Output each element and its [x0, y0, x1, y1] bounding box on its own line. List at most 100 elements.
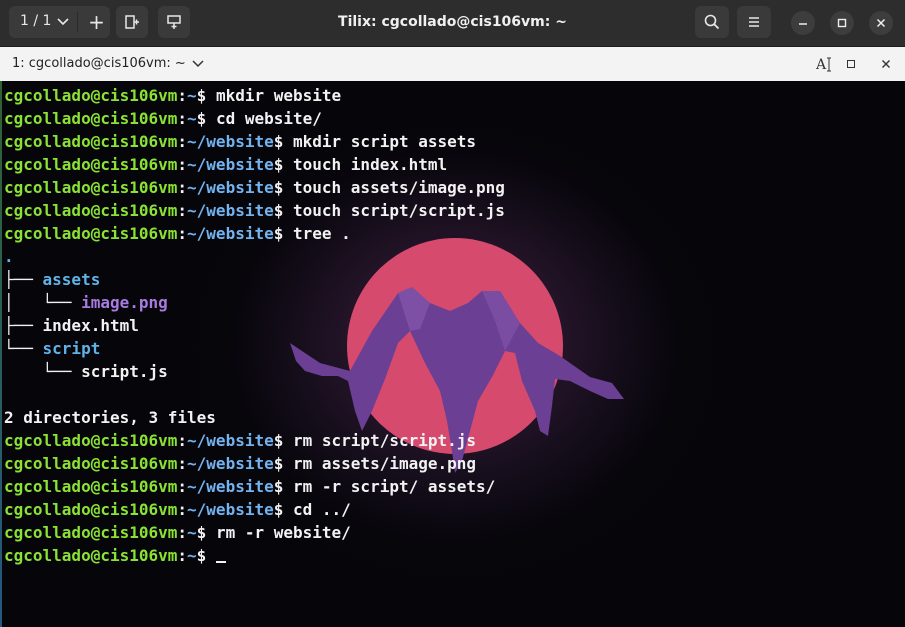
output-line: ├── assets [4, 268, 505, 291]
command-text: tree . [293, 224, 351, 243]
output-line [4, 383, 505, 406]
prompt-path: ~/website [187, 500, 274, 519]
command-text: rm script/script.js [293, 431, 477, 450]
menu-button[interactable] [737, 6, 771, 38]
prompt-symbol: $ [196, 546, 216, 565]
minimize-button[interactable] [791, 11, 815, 35]
prompt-symbol: $ [196, 523, 216, 542]
prompt-symbol: $ [196, 86, 216, 105]
prompt-symbol: $ [273, 224, 293, 243]
terminal-output: cgcollado@cis106vm:~$ mkdir website cgcol… [4, 84, 505, 567]
output-line: . [4, 245, 505, 268]
command-text: mkdir script assets [293, 132, 477, 151]
command-text: rm -r website/ [215, 523, 351, 542]
prompt-separator: : [177, 155, 188, 174]
prompt-symbol: $ [273, 155, 293, 174]
prompt-user: cgcollado@cis106vm [4, 224, 178, 243]
tree-branch: └── [4, 362, 82, 381]
close-terminal-icon[interactable] [881, 59, 891, 69]
prompt-path: ~ [187, 86, 197, 105]
prompt-user: cgcollado@cis106vm [4, 109, 178, 128]
prompt-separator: : [177, 86, 188, 105]
prompt-line: cgcollado@cis106vm:~$ rm -r website/ [4, 521, 505, 544]
header-bar: 1 / 1 + Tilix: cgcollado@cis106vm: ~ [0, 0, 905, 47]
prompt-symbol: $ [273, 500, 293, 519]
close-button[interactable] [869, 11, 893, 35]
prompt-user: cgcollado@cis106vm [4, 431, 178, 450]
prompt-symbol: $ [273, 431, 293, 450]
prompt-line: cgcollado@cis106vm:~$ cd website/ [4, 107, 505, 130]
tilix-window: 1 / 1 + Tilix: cgcollado@cis106vm: ~ 1: … [0, 0, 905, 627]
svg-text:A: A [816, 57, 827, 73]
prompt-separator: : [177, 431, 188, 450]
command-text: mkdir website [215, 86, 342, 105]
command-text: cd ../ [293, 500, 351, 519]
prompt-separator: : [177, 178, 188, 197]
prompt-path: ~/website [187, 431, 274, 450]
prompt-path: ~ [187, 109, 197, 128]
prompt-line: cgcollado@cis106vm:~$ mkdir website [4, 84, 505, 107]
terminal-title-bar: 1: cgcollado@cis106vm: ~ A [0, 47, 905, 81]
command-text: cd website/ [215, 109, 322, 128]
tree-file-image: image.png [81, 293, 168, 312]
prompt-path: ~/website [187, 155, 274, 174]
text-cursor [215, 561, 226, 563]
prompt-line: cgcollado@cis106vm:~/website$ cd ../ [4, 498, 505, 521]
hamburger-menu-icon [749, 17, 759, 27]
search-button[interactable] [695, 6, 729, 38]
tree-root: . [4, 247, 14, 266]
prompt-symbol: $ [273, 201, 293, 220]
prompt-symbol: $ [273, 454, 293, 473]
prompt-line: cgcollado@cis106vm:~/website$ touch inde… [4, 153, 505, 176]
tree-dir-assets: assets [42, 270, 101, 289]
tree-file-scriptjs: script.js [81, 362, 168, 381]
minimize-icon [799, 23, 807, 25]
prompt-separator: : [177, 132, 188, 151]
prompt-path: ~/website [187, 132, 274, 151]
prompt-line: cgcollado@cis106vm:~/website$ rm assets/… [4, 452, 505, 475]
output-line: 2 directories, 3 files [4, 406, 505, 429]
tree-summary: 2 directories, 3 files [4, 408, 216, 427]
command-text: rm assets/image.png [293, 454, 477, 473]
terminal[interactable]: cgcollado@cis106vm:~$ mkdir website cgcol… [0, 81, 905, 627]
terminal-title[interactable]: 1: cgcollado@cis106vm: ~ [12, 56, 186, 71]
prompt-path: ~/website [187, 224, 274, 243]
command-text: rm -r script/ assets/ [293, 477, 496, 496]
prompt-separator: : [177, 523, 188, 542]
prompt-path: ~ [187, 523, 197, 542]
prompt-symbol: $ [196, 109, 216, 128]
maximize-icon [837, 18, 847, 28]
prompt-user: cgcollado@cis106vm [4, 523, 178, 542]
prompt-user: cgcollado@cis106vm [4, 546, 178, 565]
prompt-user: cgcollado@cis106vm [4, 132, 178, 151]
prompt-symbol: $ [273, 477, 293, 496]
output-line: └── script.js [4, 360, 505, 383]
maximize-button[interactable] [830, 11, 854, 35]
command-text: touch assets/image.png [293, 178, 505, 197]
chevron-down-icon[interactable] [192, 59, 204, 69]
prompt-user: cgcollado@cis106vm [4, 477, 178, 496]
prompt-user: cgcollado@cis106vm [4, 178, 178, 197]
prompt-separator: : [177, 201, 188, 220]
prompt-separator: : [177, 109, 188, 128]
prompt-user: cgcollado@cis106vm [4, 86, 178, 105]
prompt-line: cgcollado@cis106vm:~/website$ touch asse… [4, 176, 505, 199]
tree-dir-script: script [42, 339, 101, 358]
prompt-separator: : [177, 477, 188, 496]
prompt-path: ~/website [187, 178, 274, 197]
prompt-user: cgcollado@cis106vm [4, 201, 178, 220]
prompt-separator: : [177, 546, 188, 565]
prompt-line: cgcollado@cis106vm:~/website$ rm script/… [4, 429, 505, 452]
prompt-symbol: $ [273, 178, 293, 197]
close-icon [876, 18, 886, 28]
output-line: ├── index.html [4, 314, 505, 337]
maximize-terminal-icon[interactable] [846, 59, 856, 69]
tree-branch: ├── [4, 270, 43, 289]
prompt-user: cgcollado@cis106vm [4, 500, 178, 519]
prompt-line: cgcollado@cis106vm:~/website$ rm -r scri… [4, 475, 505, 498]
text-cursor-icon[interactable]: A [816, 56, 834, 73]
prompt-line: cgcollado@cis106vm:~/website$ tree . [4, 222, 505, 245]
output-line: │ └── image.png [4, 291, 505, 314]
tree-branch: ├── [4, 316, 43, 335]
